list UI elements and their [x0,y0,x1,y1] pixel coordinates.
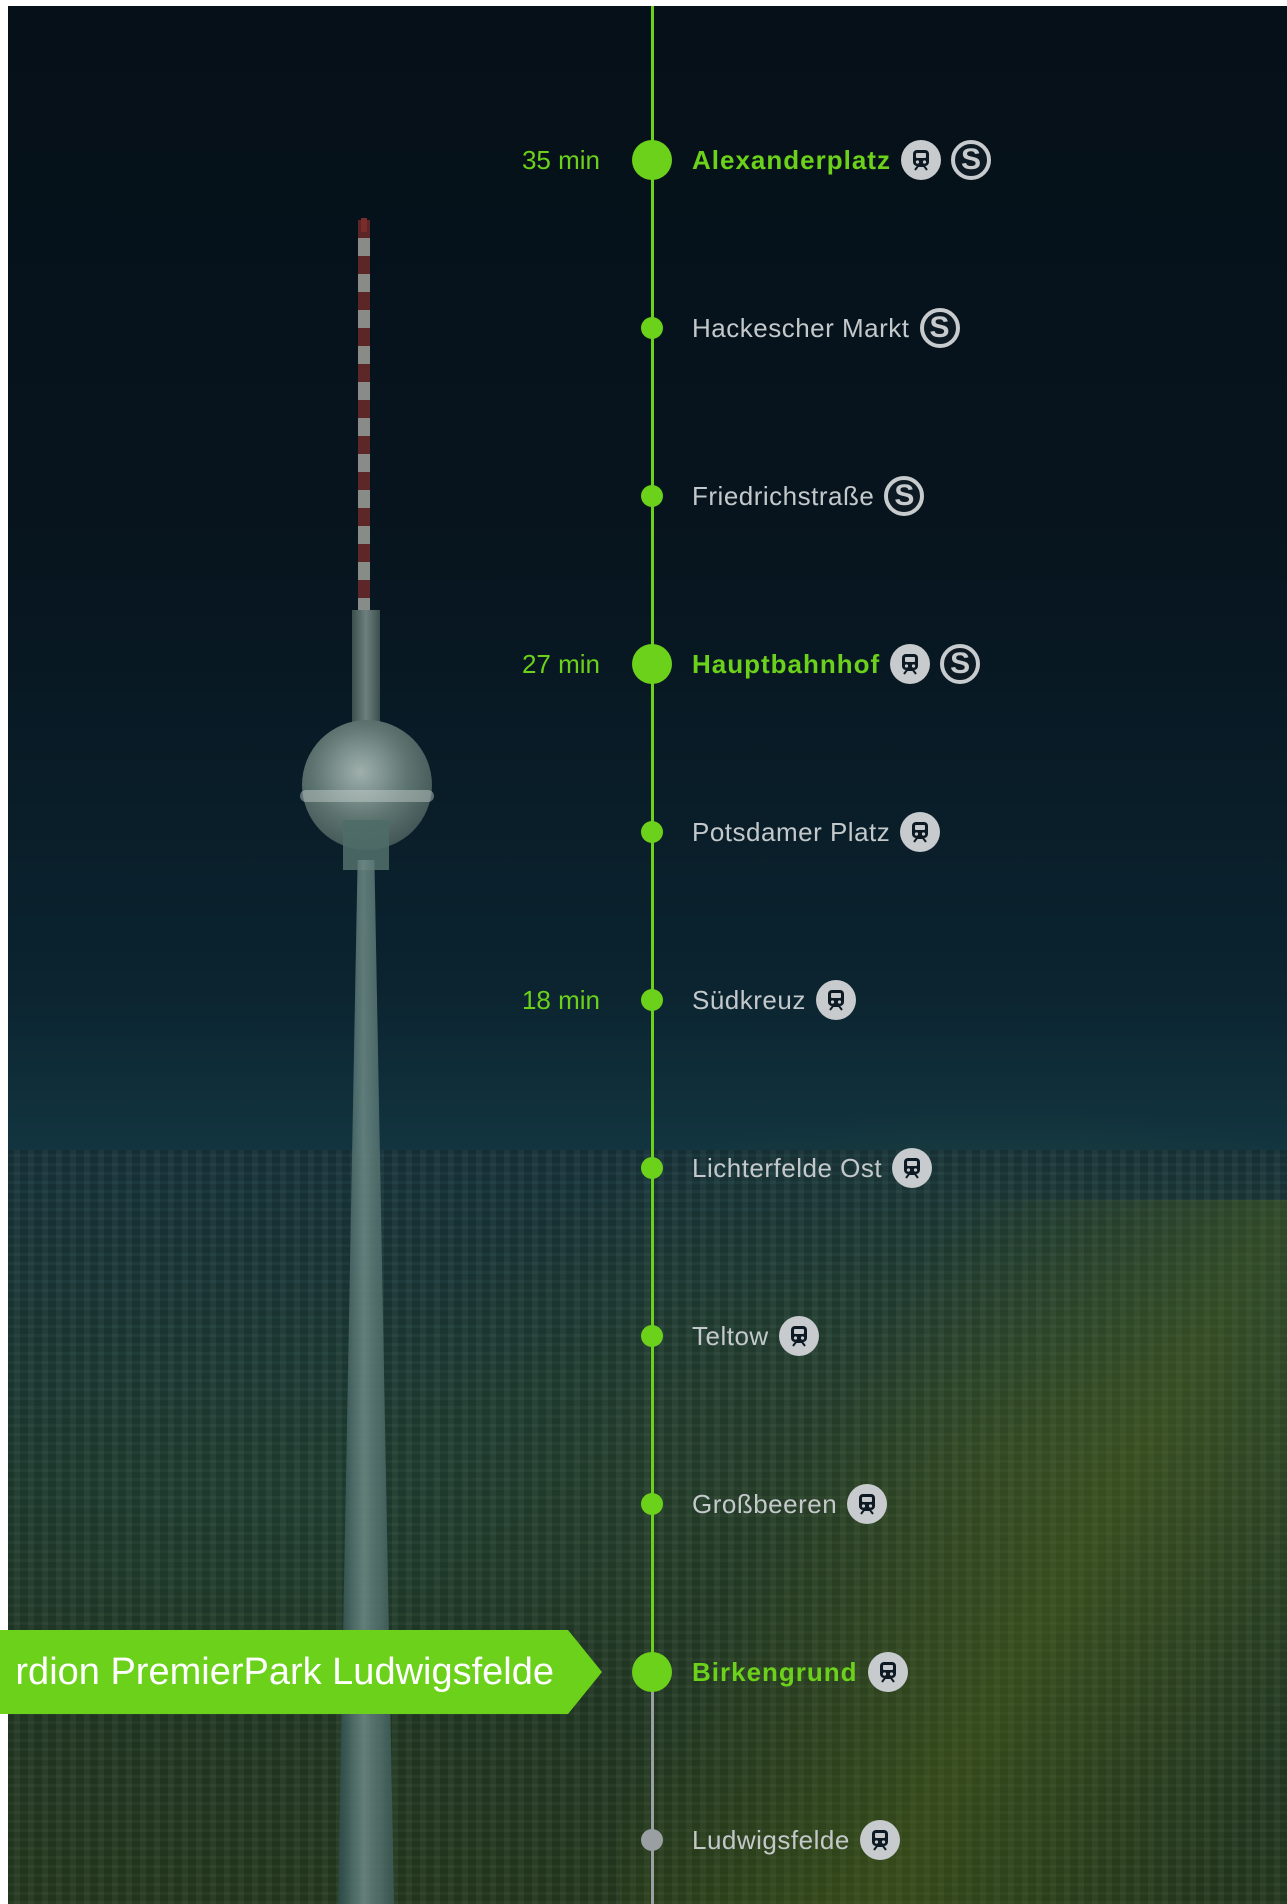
station-item[interactable]: Großbeeren [692,1482,888,1526]
regional-train-icon [890,644,931,684]
station-item[interactable]: Friedrichstraße S [692,474,925,518]
travel-time-label: 27 min [521,649,600,679]
route-timeline-page: 35 min Alexanderplatz S Hackescher Markt S Fr… [0,0,1287,1904]
station-item[interactable]: Ludwigsfelde [692,1818,900,1862]
s-bahn-icon: S [919,308,960,348]
tower-ring [300,790,434,802]
s-bahn-icon: S [884,476,925,516]
station-item[interactable]: Birkengrund [692,1650,908,1694]
travel-time-label: 18 min [521,985,600,1015]
station-name: Potsdamer Platz [692,816,891,847]
station-dot [641,1493,663,1515]
station-item[interactable]: Potsdamer Platz [692,810,941,854]
regional-train-icon [815,980,856,1020]
station-item[interactable]: Teltow [692,1314,819,1358]
station-dot [632,1652,672,1692]
destination-banner: rdion PremierPark Ludwigsfelde [0,1630,602,1714]
regional-train-icon [900,812,941,852]
top-border [0,0,1287,6]
station-dot [632,644,672,684]
tower-upper-section [352,610,380,730]
station-dot [641,1325,663,1347]
s-bahn-icon: S [940,644,981,684]
station-name: Lichterfelde Ost [692,1152,883,1183]
city-lights-glow [620,1200,1287,1904]
station-name: Birkengrund [692,1656,858,1687]
tower-antenna [358,220,370,620]
station-name: Teltow [692,1320,769,1351]
station-dot [641,821,663,843]
s-bahn-icon: S [950,140,991,180]
travel-time-label: 35 min [521,145,600,175]
station-dot [641,1829,663,1851]
station-name: Ludwigsfelde [692,1824,850,1855]
regional-train-icon [892,1148,933,1188]
destination-banner-text: rdion PremierPark Ludwigsfelde [15,1651,554,1693]
station-name: Hackescher Markt [692,312,910,343]
station-dot [641,989,663,1011]
station-item[interactable]: Alexanderplatz S [692,138,991,182]
regional-train-icon [859,1820,900,1860]
tower-tip [361,218,367,232]
station-name: Alexanderplatz [692,144,891,175]
station-dot [632,140,672,180]
station-name: Hauptbahnhof [692,648,881,679]
regional-train-icon [867,1652,908,1692]
regional-train-icon [778,1316,819,1356]
station-item[interactable]: Hauptbahnhof S [692,642,981,686]
route-line-remaining [651,1670,654,1904]
station-name: Südkreuz [692,984,806,1015]
regional-train-icon [847,1484,888,1524]
station-name: Großbeeren [692,1488,838,1519]
station-dot [641,485,663,507]
station-item[interactable]: Lichterfelde Ost [692,1146,933,1190]
station-dot [641,1157,663,1179]
left-border [0,0,8,1904]
regional-train-icon [900,140,941,180]
station-item[interactable]: Hackescher Markt S [692,306,960,350]
station-dot [641,317,663,339]
station-name: Friedrichstraße [692,480,875,511]
station-item[interactable]: Südkreuz [692,978,856,1022]
